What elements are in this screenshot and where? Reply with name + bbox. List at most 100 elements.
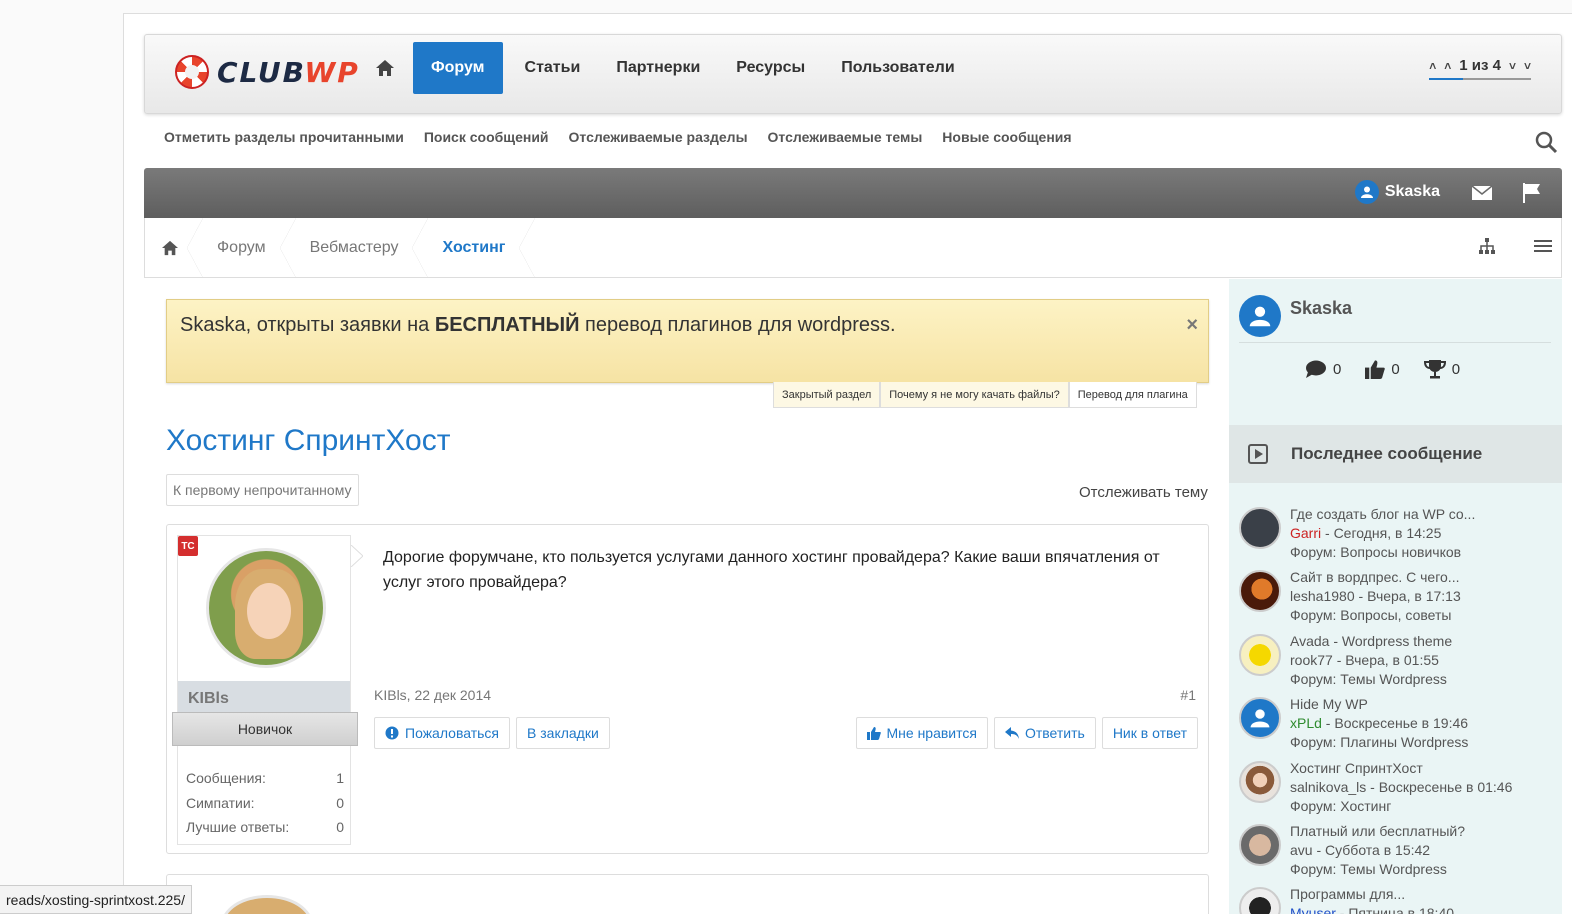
breadcrumb-home[interactable] xyxy=(145,217,203,278)
sitemap-icon[interactable] xyxy=(1477,236,1497,256)
avatar[interactable] xyxy=(221,895,313,914)
first-unread-button[interactable]: К первому непрочитанному xyxy=(166,474,359,506)
post-permalink[interactable]: #1 xyxy=(1180,687,1196,703)
user-stats: Сообщения: 1 Симпатии: 0 Лучшие ответы: 0 xyxy=(186,766,344,840)
list-item-title[interactable]: Hide My WP xyxy=(1290,695,1468,714)
list-item-forum[interactable]: Форум: Хостинг xyxy=(1290,797,1512,816)
avatar[interactable] xyxy=(1239,823,1281,866)
user-bar: Skaska xyxy=(144,168,1562,218)
list-item-user[interactable]: Garri xyxy=(1290,525,1321,541)
list-item-title[interactable]: Avada - Wordpress theme xyxy=(1290,632,1452,651)
list-item[interactable]: Программы для... Myuser - Пятница в 18:40 xyxy=(1239,885,1559,914)
list-item-user[interactable]: salnikova_ls xyxy=(1290,779,1366,795)
link-status-bar: reads/xosting-sprintxost.225/ xyxy=(0,885,192,914)
notice-tab-cant-download[interactable]: Почему я не могу качать файлы? xyxy=(880,382,1069,408)
notice-tab-closed-section[interactable]: Закрытый раздел xyxy=(773,382,881,408)
reply-button[interactable]: Ответить xyxy=(993,717,1096,749)
list-item-forum[interactable]: Форум: Вопросы, советы xyxy=(1290,606,1461,625)
notice-tabs: Закрытый раздел Почему я не могу качать … xyxy=(773,382,1197,408)
avatar[interactable] xyxy=(1239,633,1281,676)
breadcrumb-webmaster[interactable]: Вебмастеру xyxy=(288,217,429,278)
list-item-title[interactable]: Сайт в вордпрес. С чего... xyxy=(1290,568,1461,587)
user-menu[interactable]: Skaska xyxy=(1354,180,1440,204)
stat-row: Симпатии: 0 xyxy=(186,794,344,811)
list-item[interactable]: Хостинг СпринтХост salnikova_ls - Воскрес… xyxy=(1239,759,1559,822)
list-item[interactable]: Где создать блог на WP со... Garri - Сего… xyxy=(1239,505,1559,568)
list-item-forum[interactable]: Форум: Вопросы новичков xyxy=(1290,543,1475,562)
nav-tab-partners[interactable]: Партнерки xyxy=(598,42,718,94)
list-item[interactable]: Сайт в вордпрес. С чего... lesha1980 - Вч… xyxy=(1239,568,1559,631)
nav-tab-forum[interactable]: Форум xyxy=(413,42,503,94)
menu-icon[interactable] xyxy=(1533,236,1553,256)
avatar[interactable] xyxy=(1239,570,1281,613)
bookmark-button[interactable]: В закладки xyxy=(516,717,610,749)
list-item[interactable]: Hide My WP xPLd - Воскресенье в 19:46 Фору… xyxy=(1239,695,1559,758)
post-meta[interactable]: KIBls, 22 дек 2014 xyxy=(374,687,491,703)
nav-tab-resources[interactable]: Ресурсы xyxy=(718,42,823,94)
user-avatar-icon[interactable] xyxy=(1239,294,1281,337)
watch-thread-link[interactable]: Отслеживать тему xyxy=(1079,484,1208,501)
list-item-forum[interactable]: Форум: Темы Wordpress xyxy=(1290,860,1465,879)
flag-icon[interactable] xyxy=(1520,181,1544,205)
close-icon[interactable]: × xyxy=(1186,314,1198,337)
site-logo[interactable]: CLUBWP xyxy=(175,52,360,92)
search-icon[interactable] xyxy=(1534,130,1558,154)
notice-banner: Skaska, открыты заявки на БЕСПЛАТНЫЙ пер… xyxy=(166,299,1209,383)
report-button[interactable]: Пожаловаться xyxy=(374,717,511,749)
watched-threads-link[interactable]: Отслеживаемые темы xyxy=(768,129,923,145)
sidebar-counters: 0 0 0 xyxy=(1305,359,1460,379)
last-page-icon[interactable]: ˅ xyxy=(1524,59,1531,73)
avatar-face xyxy=(247,583,291,639)
site-header: CLUBWP Форум Статьи Партнерки Ресурсы По… xyxy=(144,34,1562,114)
quote-nick-button[interactable]: Ник в ответ xyxy=(1101,717,1198,749)
list-item-user[interactable]: avu xyxy=(1290,842,1313,858)
notice-text: Skaska, открыты заявки на БЕСПЛАТНЫЙ пер… xyxy=(180,314,896,336)
avatar[interactable] xyxy=(1239,887,1281,914)
post xyxy=(166,874,1209,914)
list-item-forum[interactable]: Форум: Плагины Wordpress xyxy=(1290,733,1468,752)
play-square-icon xyxy=(1248,444,1268,464)
notice-tab-plugin-translation[interactable]: Перевод для плагина xyxy=(1068,382,1197,408)
list-item-title[interactable]: Хостинг СпринтХост xyxy=(1290,759,1512,778)
page-navigator: ˄ ˄ 1 из 4 ˅ ˅ xyxy=(1429,57,1531,80)
stat-row: Сообщения: 1 xyxy=(186,770,344,787)
list-item[interactable]: Avada - Wordpress theme rook77 - Вчера, в… xyxy=(1239,632,1559,695)
list-item[interactable]: Платный или бесплатный? avu - Суббота в 1… xyxy=(1239,822,1559,885)
prev-page-icon[interactable]: ˄ xyxy=(1444,59,1451,73)
nav-tab-articles[interactable]: Статьи xyxy=(507,42,599,94)
post: ТС KIBls Новичок Сообщения: 1 Симпатии: 0 … xyxy=(166,524,1209,854)
messages-counter: 0 xyxy=(1305,359,1341,379)
alert-icon xyxy=(385,726,399,740)
list-item-title[interactable]: Платный или бесплатный? xyxy=(1290,822,1465,841)
like-button[interactable]: Мне нравится xyxy=(855,717,988,749)
breadcrumb-hosting[interactable]: Хостинг xyxy=(420,217,536,278)
topic-starter-badge: ТС xyxy=(178,536,198,556)
nav-home-button[interactable] xyxy=(361,42,409,94)
avatar[interactable] xyxy=(1239,760,1281,803)
logo-text: CLUBWP xyxy=(217,55,360,89)
list-item-user[interactable]: xPLd xyxy=(1290,715,1322,731)
list-item-forum[interactable]: Форум: Темы Wordpress xyxy=(1290,670,1452,689)
list-item-user[interactable]: Myuser xyxy=(1290,905,1336,914)
sidebar-username[interactable]: Skaska xyxy=(1290,298,1352,319)
list-item-user[interactable]: rook77 xyxy=(1290,652,1333,668)
new-posts-link[interactable]: Новые сообщения xyxy=(942,129,1071,145)
nav-tab-users[interactable]: Пользователи xyxy=(823,42,972,94)
list-item-user[interactable]: lesha1980 xyxy=(1290,588,1355,604)
post-pointer xyxy=(351,545,363,567)
search-messages-link[interactable]: Поиск сообщений xyxy=(424,129,549,145)
avatar[interactable] xyxy=(206,548,326,668)
list-item-title[interactable]: Программы для... xyxy=(1290,885,1454,904)
breadcrumb-forum[interactable]: Форум xyxy=(195,217,296,278)
avatar[interactable] xyxy=(1239,507,1281,549)
list-item-title[interactable]: Где создать блог на WP со... xyxy=(1290,505,1475,524)
avatar[interactable] xyxy=(1239,697,1281,740)
mark-read-link[interactable]: Отметить разделы прочитанными xyxy=(164,129,404,145)
reply-icon xyxy=(1004,727,1019,739)
pager-text[interactable]: 1 из 4 xyxy=(1459,57,1501,74)
envelope-icon[interactable] xyxy=(1470,181,1494,205)
first-page-icon[interactable]: ˄ xyxy=(1429,59,1436,73)
next-page-icon[interactable]: ˅ xyxy=(1509,59,1516,73)
watched-forums-link[interactable]: Отслеживаемые разделы xyxy=(569,129,748,145)
home-icon xyxy=(376,60,394,76)
